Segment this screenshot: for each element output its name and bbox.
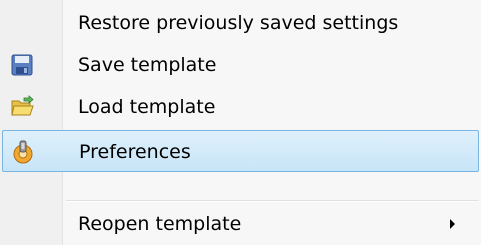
menu-item-label: Preferences xyxy=(79,141,191,163)
preferences-icon xyxy=(11,140,35,164)
menu-item-preferences[interactable]: Preferences xyxy=(2,130,479,172)
menu-item-restore-settings[interactable]: Restore previously saved settings xyxy=(0,2,481,44)
menu-item-load-template[interactable]: Load template xyxy=(0,86,481,128)
menu-separator xyxy=(66,200,479,202)
menu-item-label: Save template xyxy=(78,54,217,76)
submenu-arrow-icon xyxy=(450,219,455,229)
open-folder-icon xyxy=(10,95,34,119)
menu-item-label: Restore previously saved settings xyxy=(78,12,399,34)
menu-item-label: Load template xyxy=(78,96,216,118)
menu-item-label: Reopen template xyxy=(78,213,242,235)
menu-item-reopen-template[interactable]: Reopen template xyxy=(0,203,481,245)
menu-item-save-template[interactable]: Save template xyxy=(0,44,481,86)
context-menu: Restore previously saved settings Save t… xyxy=(0,0,481,245)
floppy-disk-icon xyxy=(10,53,34,77)
